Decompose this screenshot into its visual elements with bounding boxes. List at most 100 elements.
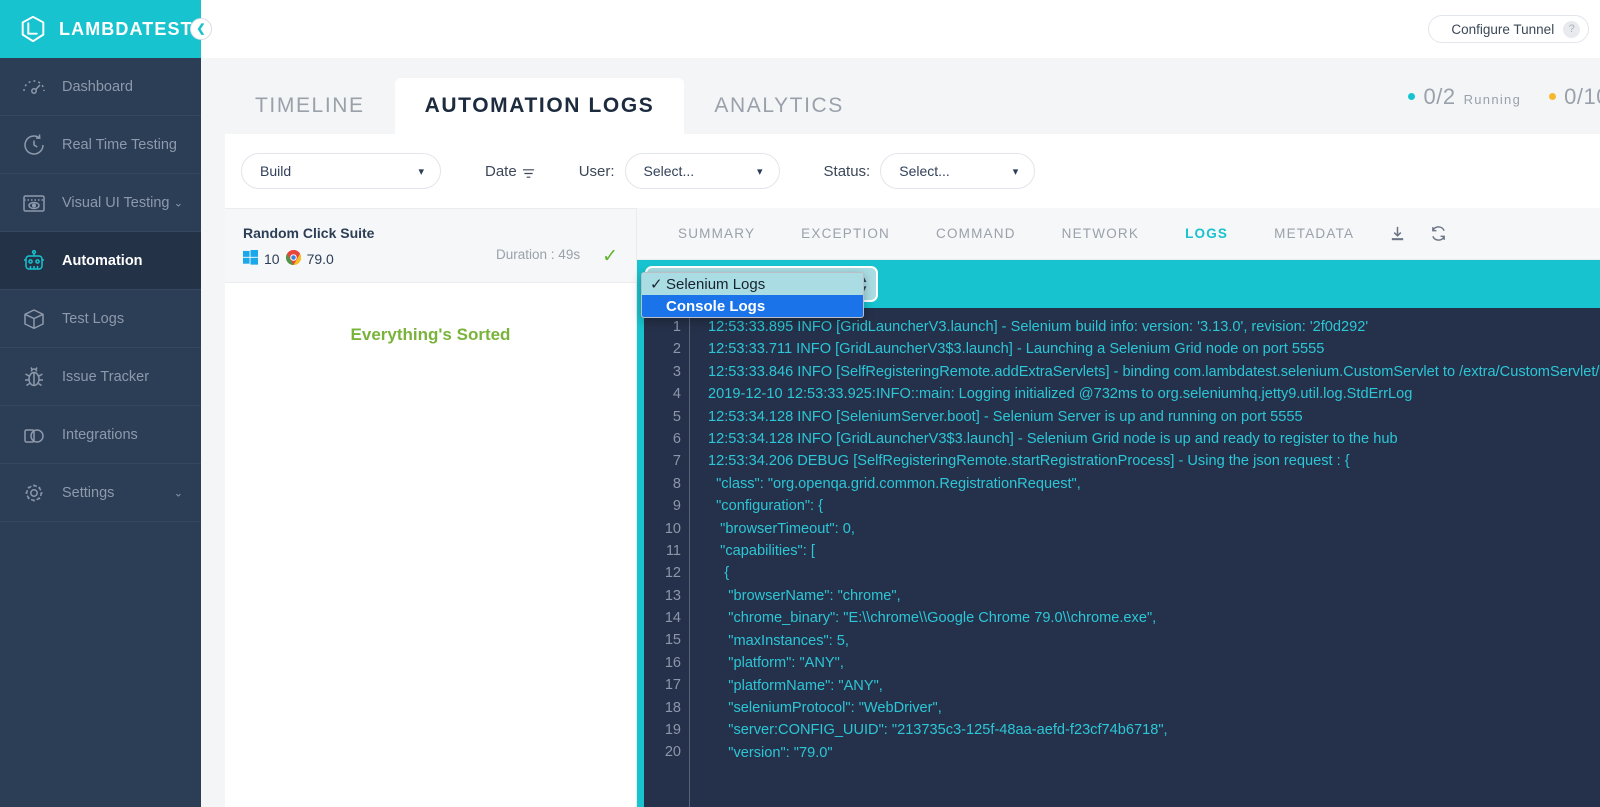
log-line-number: 17 <box>664 677 681 694</box>
detail-tab-network[interactable]: NETWORK <box>1039 226 1162 241</box>
sidebar-item-real-time-testing[interactable]: Real Time Testing <box>0 116 201 174</box>
chevron-down-icon[interactable]: ⌄ <box>174 486 183 499</box>
log-toolbar: Selenium Logs ▲▼ ✓ Selenium Logs <box>637 260 1600 318</box>
sidebar-item-dashboard[interactable]: Dashboard <box>0 58 201 116</box>
log-line-number: 5 <box>672 408 681 425</box>
check-icon: ✓ <box>602 246 618 267</box>
running-label: Running <box>1463 92 1522 107</box>
user-filter-select[interactable]: Select... ▾ <box>624 153 780 189</box>
sidebar-item-label: Automation <box>62 252 143 269</box>
log-line-number: 2 <box>672 341 681 358</box>
log-line: "seleniumProtocol": "WebDriver", <box>708 699 942 716</box>
chevron-down-icon: ▾ <box>757 165 763 178</box>
log-line: "server:CONFIG_UUID": "213735c3-125f-48a… <box>708 722 1168 739</box>
sidebar-item-visual-ui-testing[interactable]: Visual UI Testing ⌄ <box>0 174 201 232</box>
log-line-number: 4 <box>672 386 681 403</box>
log-line-number: 16 <box>664 654 681 671</box>
test-info: Random Click Suite 10 79.0 <box>243 225 496 268</box>
sidebar-item-label: Test Logs <box>62 310 125 327</box>
sidebar-item-automation[interactable]: Automation <box>0 232 201 290</box>
browser-version: 79.0 <box>306 251 334 267</box>
stat-running: 0/2 Running <box>1408 84 1521 110</box>
status-filter-value: Select... <box>899 163 950 179</box>
sidebar-item-settings[interactable]: Settings ⌄ <box>0 464 201 522</box>
integrations-icon <box>20 421 48 449</box>
log-line-number: 1 <box>672 319 681 335</box>
sidebar-item-test-logs[interactable]: Test Logs <box>0 290 201 348</box>
dropdown-option-selenium-logs[interactable]: ✓ Selenium Logs <box>642 273 863 295</box>
log-line: "maxInstances": 5, <box>708 632 849 649</box>
test-list-item[interactable]: Random Click Suite 10 79.0 Duration: 49… <box>225 208 636 283</box>
refresh-icon[interactable] <box>1430 225 1447 242</box>
date-filter[interactable]: Date <box>485 163 535 180</box>
status-filter-label: Status: <box>823 162 871 180</box>
box-icon <box>20 305 48 333</box>
sidebar-item-label: Issue Tracker <box>62 368 150 385</box>
log-line-number: 19 <box>664 722 681 739</box>
log-accent-stripe <box>637 308 644 807</box>
log-line: 12:53:33.895 INFO [GridLauncherV3.launch… <box>708 319 1369 335</box>
log-line-number: 12 <box>664 565 681 582</box>
log-line-number: 11 <box>665 542 681 559</box>
tab-timeline[interactable]: TIMELINE <box>225 78 395 134</box>
stat-queued: 0/10 Queued <box>1549 84 1600 110</box>
sidebar-item-label: Settings <box>62 484 115 501</box>
status-filter-select[interactable]: Select... ▾ <box>880 153 1036 189</box>
download-icon[interactable] <box>1389 225 1406 242</box>
gear-icon <box>20 479 48 507</box>
chevron-down-icon: ▾ <box>1012 165 1019 178</box>
log-line: "configuration": { <box>708 498 824 515</box>
detail-tab-metadata[interactable]: METADATA <box>1251 226 1377 241</box>
user-filter-label: User: <box>578 162 615 180</box>
log-line: 2019-12-10 12:53:33.925:INFO::main: Logg… <box>708 386 1413 403</box>
automation-logs-panel: Build ▾ Date User: Select... ▾ Status: S… <box>225 134 1600 807</box>
log-viewer[interactable]: 1 2 3 4 5 6 7 8 9 10 11 12 13 14 15 16 17 18 19 20 12:53:33… <box>637 308 1600 807</box>
build-filter-select[interactable]: Build ▾ <box>241 153 441 189</box>
log-line: "browserTimeout": 0, <box>708 520 855 537</box>
robot-icon <box>20 247 48 275</box>
chevron-left-icon[interactable]: ❮ <box>190 18 212 40</box>
detail-tab-bar: SUMMARY EXCEPTION COMMAND NETWORK LOGS M… <box>637 208 1600 260</box>
log-scroll-area[interactable]: 1 2 3 4 5 6 7 8 9 10 11 12 13 14 15 16 17 18 19 20 12:53:33… <box>644 308 1600 807</box>
help-question-icon[interactable]: ? <box>1563 20 1581 38</box>
log-line: { <box>708 565 730 582</box>
chevron-down-icon[interactable]: ⌄ <box>174 196 183 209</box>
detail-tab-logs[interactable]: LOGS <box>1162 226 1251 241</box>
test-list-column: Random Click Suite 10 79.0 Duration: 49… <box>225 208 637 807</box>
dropdown-option-console-logs[interactable]: Console Logs <box>642 295 863 317</box>
log-line-number: 3 <box>672 363 681 380</box>
chevron-down-icon: ▾ <box>418 165 424 178</box>
log-content: 12:53:33.895 INFO [GridLauncherV3.launch… <box>690 308 1600 807</box>
sidebar-item-integrations[interactable]: Integrations <box>0 406 201 464</box>
sidebar-item-issue-tracker[interactable]: Issue Tracker <box>0 348 201 406</box>
detail-tab-command[interactable]: COMMAND <box>913 226 1039 241</box>
check-icon: ✓ <box>650 276 663 293</box>
logs-split-view: Random Click Suite 10 79.0 Duration: 49… <box>225 208 1600 807</box>
run-stats: 0/2 Running 0/10 Queued <box>1408 84 1600 110</box>
filter-bar: Build ▾ Date User: Select... ▾ Status: S… <box>225 134 1600 208</box>
build-filter-value: Build <box>260 163 292 179</box>
test-environment: 10 79.0 <box>243 249 496 268</box>
os-version: 10 <box>264 251 280 267</box>
log-line-number: 14 <box>664 610 681 627</box>
date-filter-label: Date <box>485 162 517 180</box>
log-type-dropdown-menu[interactable]: ✓ Selenium Logs Console Logs <box>641 272 864 318</box>
log-line: "platformName": "ANY", <box>708 677 883 694</box>
detail-tab-summary[interactable]: SUMMARY <box>655 226 778 241</box>
configure-tunnel-button[interactable]: Configure Tunnel ? <box>1428 15 1590 43</box>
log-line: 12:53:34.206 DEBUG [SelfRegisteringRemot… <box>708 453 1350 470</box>
running-dot-icon <box>1408 93 1416 100</box>
detail-tab-exception[interactable]: EXCEPTION <box>778 226 913 241</box>
app-root: LAMBDATEST ❮ Dashboard Real Time Testing <box>0 0 1600 807</box>
log-line-number-gutter: 1 2 3 4 5 6 7 8 9 10 11 12 13 14 15 16 17 18 19 20 <box>644 308 690 807</box>
queued-count: 0/10 <box>1564 84 1600 109</box>
user-filter-value: Select... <box>643 163 695 179</box>
tab-analytics[interactable]: ANALYTICS <box>684 78 874 134</box>
lambdatest-logo-icon <box>18 14 48 44</box>
log-line: "platform": "ANY", <box>708 655 844 672</box>
log-line-number: 9 <box>672 498 681 515</box>
tab-automation-logs[interactable]: AUTOMATION LOGS <box>394 78 685 134</box>
brand-name: LAMBDATEST <box>59 18 193 39</box>
queued-dot-icon <box>1549 93 1557 100</box>
brand-header: LAMBDATEST ❮ <box>0 0 212 58</box>
